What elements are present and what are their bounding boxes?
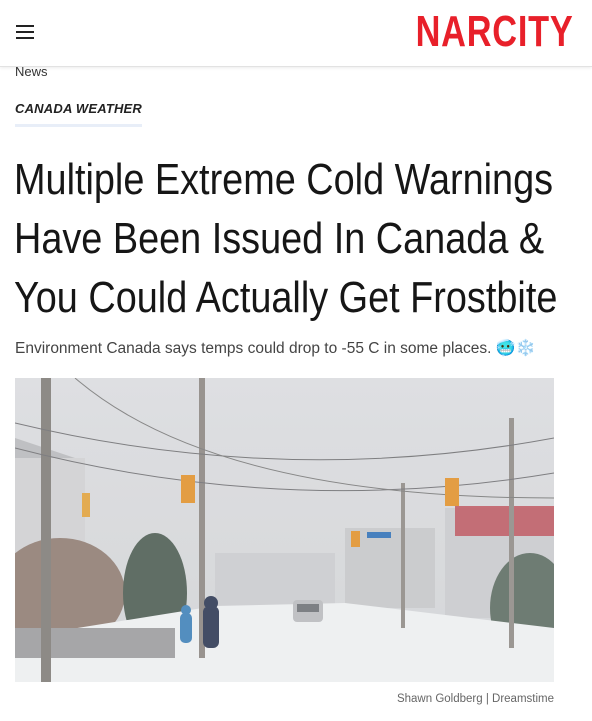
hamburger-menu-icon[interactable] bbox=[14, 22, 36, 42]
top-navigation-bar: NARCITY bbox=[0, 0, 592, 67]
cold-face-snowflake-emoji: 🥶❄️ bbox=[495, 340, 536, 357]
photo-credit: Shawn Goldberg | Dreamstime bbox=[396, 693, 554, 705]
narcity-logo[interactable]: NARCITY bbox=[416, 8, 574, 56]
article-subhead: Environment Canada says temps could drop… bbox=[15, 338, 536, 358]
article-headline: Multiple Extreme Cold Warnings Have Been… bbox=[14, 155, 558, 322]
category-tag[interactable]: CANADA WEATHER bbox=[15, 101, 143, 127]
snowy-street-photo bbox=[15, 378, 554, 682]
subhead-text: Environment Canada says temps could drop… bbox=[15, 340, 492, 357]
breadcrumb-news[interactable]: News bbox=[15, 64, 48, 79]
article-hero-image bbox=[15, 378, 554, 682]
